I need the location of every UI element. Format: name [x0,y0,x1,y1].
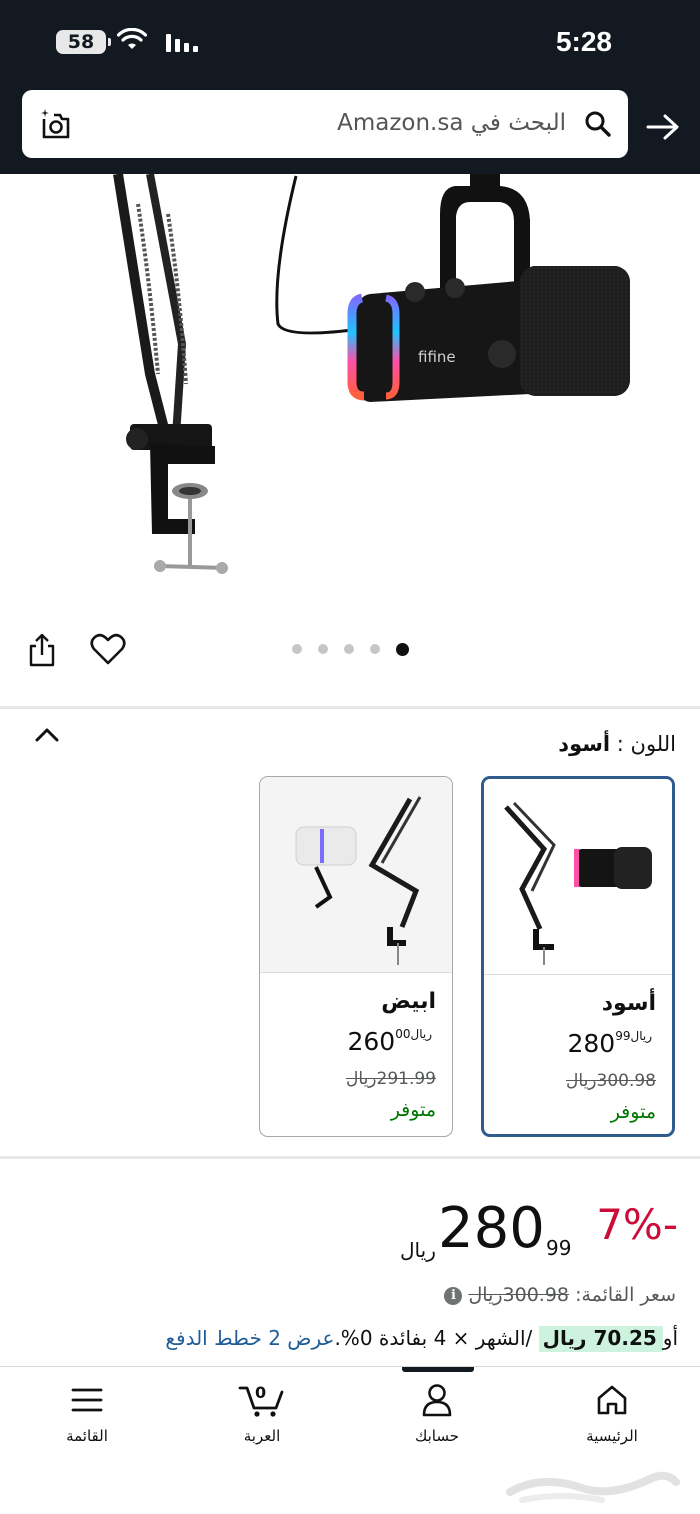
nav-home-label: الرئيسية [586,1427,638,1445]
watermark [506,1471,680,1503]
variant-name: أسود [601,991,656,1016]
carousel-dot[interactable] [370,644,380,654]
variant-price-whole: 280 [567,1029,616,1058]
variant-thumbnail [260,777,452,973]
variant-currency: ريال [630,1029,652,1043]
variant-availability: متوفر [610,1101,656,1123]
status-bar: 58 5:28 [0,0,700,88]
variant-currency: ريال [410,1027,432,1041]
carousel-dot[interactable] [344,644,354,654]
variant-old-price: 300.98ريال [566,1071,656,1091]
product-page: 58 5:28 البحث في Amazon.sa fifine اللون … [0,0,700,1514]
price-currency: ريال [400,1238,436,1262]
heart-icon[interactable] [90,632,126,666]
color-selector-label: اللون : أسود [558,732,676,756]
section-divider [0,706,700,709]
microphone-arm-image: fifine [113,174,630,574]
brand-logo: fifine [418,348,456,366]
share-icon[interactable] [26,632,58,668]
variant-card-white[interactable]: ابيض ريال 26000 291.99ريال متوفر [259,776,453,1137]
nav-account-label: حسابك [414,1427,460,1445]
section-divider [0,1156,700,1159]
variant-price-fraction: 00 [395,1027,411,1041]
signal-icon [166,34,198,52]
installment-text: /الشهر × 4 بفائدة 0%. [334,1326,539,1350]
price: ريال 280 99 [398,1196,578,1266]
search-placeholder: البحث في Amazon.sa [337,110,566,136]
price-fraction: 99 [546,1236,572,1260]
installment-offer: أو70.25 ريال /الشهر × 4 بفائدة 0%.عرض 2 … [165,1326,678,1352]
variant-price-fraction: 99 [615,1029,631,1043]
forward-arrow-icon[interactable] [646,114,680,140]
nav-cart-label: العربة [243,1427,281,1445]
nav-home[interactable]: الرئيسية [557,1381,667,1445]
search-input[interactable]: البحث في Amazon.sa [22,90,628,158]
variant-thumbnail [484,779,672,975]
variant-name: ابيض [381,989,436,1014]
carousel-dot-active[interactable] [396,642,409,656]
color-selected-value: أسود [558,732,611,756]
home-icon [597,1385,627,1415]
nav-menu-label: القائمة [66,1427,108,1445]
variant-price-whole: 260 [347,1027,396,1056]
variant-old-price: 291.99ريال [346,1069,436,1089]
nav-active-indicator [402,1367,474,1372]
list-price: سعر القائمة: 300.98ريال i [438,1284,676,1306]
product-image[interactable]: fifine [0,174,700,614]
wifi-icon [117,28,147,49]
variant-card-black[interactable]: أسود ريال 28099 300.98ريال متوفر [481,776,675,1137]
variant-availability: متوفر [390,1099,436,1121]
nav-menu[interactable]: القائمة [32,1381,142,1445]
color-label-text: اللون : [616,732,676,756]
cart-count: 0 [255,1383,267,1402]
discount-percent: -7% [596,1200,678,1249]
installment-amount: 70.25 ريال [538,1326,663,1352]
account-icon [422,1384,452,1417]
nav-cart[interactable]: 0 العربة [207,1381,317,1445]
installment-prefix: أو [662,1326,678,1350]
menu-icon [71,1388,103,1412]
list-price-label: سعر القائمة: [575,1284,676,1306]
camera-icon[interactable] [38,107,74,143]
info-icon[interactable]: i [444,1286,463,1305]
clock: 5:28 [555,26,612,57]
carousel-dots[interactable] [292,642,409,656]
battery-indicator: 58 [56,30,111,54]
search-header: البحث في Amazon.sa [0,88,700,174]
payment-plans-link[interactable]: عرض 2 خطط الدفع [165,1326,334,1350]
price-whole: 280 [438,1196,545,1261]
list-price-value: 300.98ريال [468,1284,570,1306]
carousel-dot[interactable] [292,644,302,654]
variant-price: ريال 28099 [567,1029,652,1058]
search-icon[interactable] [584,110,612,138]
carousel-dot[interactable] [318,644,328,654]
chevron-up-icon[interactable] [34,726,60,744]
nav-account[interactable]: حسابك [382,1381,492,1445]
variant-price: ريال 26000 [347,1027,432,1056]
